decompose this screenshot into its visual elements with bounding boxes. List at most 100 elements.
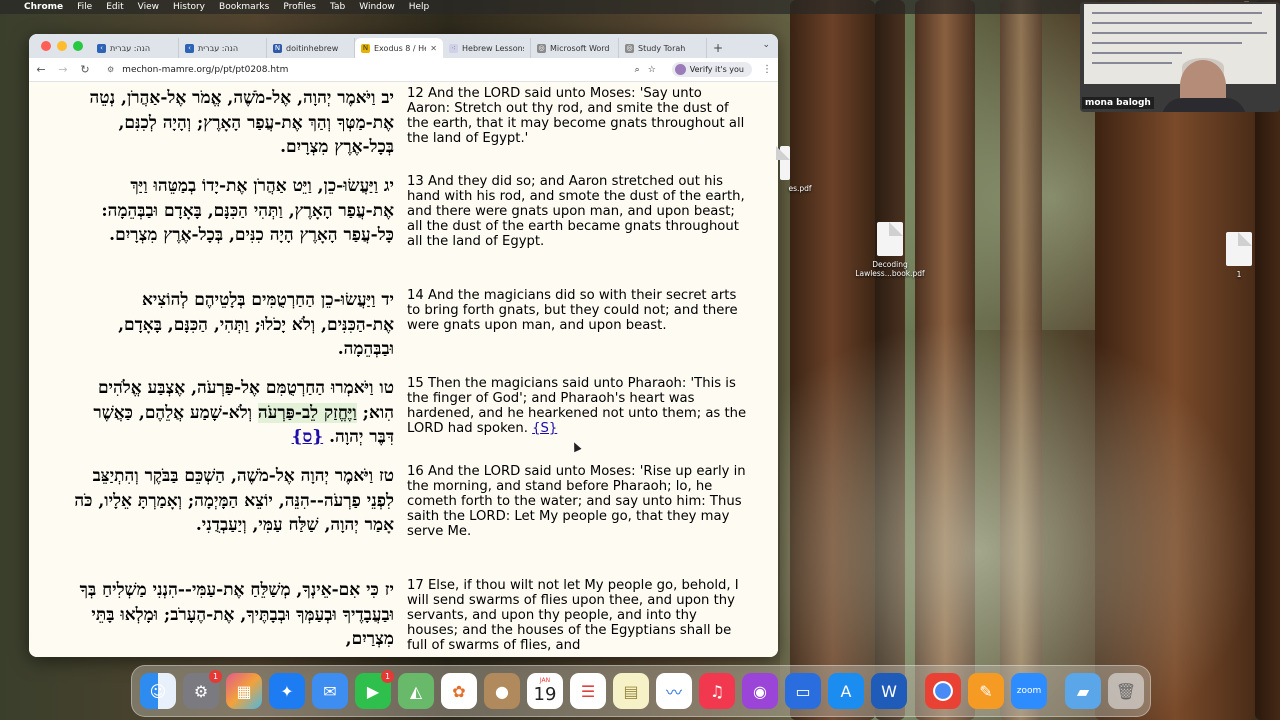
zoom-icon[interactable]: zoom — [1011, 673, 1047, 709]
site-info-icon[interactable]: ⚙ — [107, 65, 114, 74]
contacts-icon[interactable]: ● — [484, 673, 520, 709]
tab-label: הנה: עברית — [110, 43, 151, 53]
desktop-file-decoding[interactable]: Decoding Lawless...book.pdf — [850, 222, 930, 278]
calendar-day: 19 — [533, 684, 557, 705]
system-settings-icon[interactable]: ⚙ 1 — [183, 670, 222, 709]
podcasts-icon[interactable]: ◉ — [742, 673, 778, 709]
tab-study-torah[interactable]: ◎ Study Torah — [619, 38, 707, 58]
hebrew-verse-text: יג וַיַּעֲשׂוּ-כֵן, וַיֵּט אַהֲרֹן אֶת-י… — [101, 176, 394, 245]
keynote-icon[interactable]: ▭ — [785, 673, 821, 709]
menu-history[interactable]: History — [173, 2, 205, 12]
notification-badge: 1 — [209, 670, 222, 683]
pages-icon[interactable]: ✎ — [968, 673, 1004, 709]
menu-tab[interactable]: Tab — [330, 2, 345, 12]
tab-label: Exodus 8 / Hebrew — [374, 43, 426, 53]
photos-icon[interactable]: ✿ — [441, 673, 477, 709]
tab-strip: ‹ הנה: עברית ‹ הנה: עברית N doitinhebrew… — [29, 34, 778, 58]
menu-bookmarks[interactable]: Bookmarks — [219, 2, 269, 12]
bookmark-icon: ‹ — [185, 43, 194, 53]
zoom-video-tile[interactable]: mona balogh — [1080, 2, 1280, 112]
reload-icon[interactable]: ↻ — [79, 63, 91, 76]
zoom-window-button[interactable] — [73, 41, 83, 51]
dots-icon: ⁖ — [449, 43, 458, 53]
file-name: 1 — [1236, 270, 1242, 279]
downloads-folder-icon[interactable]: ▰ — [1065, 673, 1101, 709]
back-arrow-icon[interactable]: ← — [35, 63, 47, 76]
new-tab-button[interactable]: + — [707, 38, 729, 58]
tab-label: Study Torah — [638, 43, 686, 53]
tab-microsoft-word[interactable]: ◎ Microsoft Word — [531, 38, 619, 58]
verify-label: Verify it's you — [689, 65, 744, 74]
notes-icon[interactable]: ▤ — [613, 673, 649, 709]
desktop-file-pdf[interactable]: es.pdf — [776, 146, 820, 193]
close-window-button[interactable] — [41, 41, 51, 51]
menu-view[interactable]: View — [138, 2, 159, 12]
profile-avatar-icon — [674, 64, 686, 75]
bookmark-star-icon[interactable]: ☆ — [648, 65, 656, 75]
music-icon[interactable]: ♫ — [699, 673, 735, 709]
page-content: יב וַיֹּאמֶר יְהוָה, אֶל-מֹשֶׁה, אֱמֹר א… — [29, 82, 778, 657]
participant-shirt — [1162, 98, 1246, 112]
forward-arrow-icon[interactable]: → — [57, 63, 69, 76]
english-verse-text: 15 Then the magicians said unto Pharaoh:… — [407, 376, 747, 436]
document-file-icon — [1226, 232, 1252, 266]
english-verse-text: 14 And the magicians did so with their s… — [407, 288, 738, 333]
word-icon[interactable]: W — [871, 673, 907, 709]
hebrew-highlighted-text: וַיֶּחֱזַק לֵב-פַּרְעֹה — [257, 402, 357, 423]
file-name: Decoding Lawless...book.pdf — [855, 260, 925, 278]
trash-icon[interactable]: 🗑 — [1108, 673, 1144, 709]
url-text[interactable]: mechon-mamre.org/p/pt/pt0208.htm — [122, 65, 626, 75]
dock: ☺ ⚙ 1 ▦ ✦ ✉ ▶ 1 ◭ ✿ ● JAN 19 ☰ ▤ 〰 ♫ ◉ ▭ A… — [131, 665, 1151, 717]
whiteboard-background — [1084, 4, 1276, 84]
tab-label: Hebrew Lessons — [462, 43, 524, 53]
menu-edit[interactable]: Edit — [106, 2, 123, 12]
english-text-part: 15 Then the magicians said unto Pharaoh:… — [407, 376, 747, 436]
window-controls — [35, 34, 91, 58]
hebrew-verse-text: יז כִּי אִם-אֵינְךָ, מְשַׁלֵּחַ אֶת-עַמִ… — [79, 580, 394, 649]
maps-icon[interactable]: ◭ — [398, 673, 434, 709]
hebrew-verse-text: טז וַיֹּאמֶר יְהוָה אֶל-מֹשֶׁה, הַשְׁכֵּ… — [74, 466, 394, 535]
chrome-icon[interactable] — [925, 673, 961, 709]
tab-exodus-8[interactable]: N Exodus 8 / Hebrew ✕ — [355, 38, 443, 58]
menu-window[interactable]: Window — [359, 2, 395, 12]
tab-search-chevron-icon[interactable]: ⌄ — [762, 40, 770, 50]
mail-icon[interactable]: ✉ — [312, 673, 348, 709]
hebrew-verse-text: יב וַיֹּאמֶר יְהוָה, אֶל-מֹשֶׁה, אֱמֹר א… — [89, 88, 394, 157]
browser-window: ‹ הנה: עברית ‹ הנה: עברית N doitinhebrew… — [29, 34, 778, 657]
finder-icon[interactable]: ☺ — [140, 673, 176, 709]
tab-hebrew-1[interactable]: ‹ הנה: עברית — [91, 38, 179, 58]
freeform-icon[interactable]: 〰 — [656, 673, 692, 709]
close-tab-icon[interactable]: ✕ — [430, 44, 437, 53]
tab-hebrew-2[interactable]: ‹ הנה: עברית — [179, 38, 267, 58]
english-verse-text: 16 And the LORD said unto Moses: 'Rise u… — [407, 464, 746, 539]
globe-icon: ◎ — [537, 43, 546, 53]
zoom-magnifier-icon[interactable]: ⌕ — [635, 65, 640, 75]
tab-doitinhebrew[interactable]: N doitinhebrew — [267, 38, 355, 58]
menu-file[interactable]: File — [77, 2, 92, 12]
address-bar[interactable]: ⚙ mechon-mamre.org/p/pt/pt0208.htm ⌕ ☆ — [101, 61, 662, 79]
reminders-icon[interactable]: ☰ — [570, 673, 606, 709]
participant-name: mona balogh — [1082, 97, 1154, 109]
n-icon: N — [273, 43, 282, 53]
menu-app-name[interactable]: Chrome — [24, 2, 63, 12]
desktop-file-docx[interactable]: 1 — [1218, 232, 1260, 279]
menu-profiles[interactable]: Profiles — [283, 2, 316, 12]
safari-icon[interactable]: ✦ — [269, 673, 305, 709]
more-menu-icon[interactable]: ⋮ — [762, 64, 772, 75]
facetime-icon[interactable]: ▶ 1 — [355, 670, 394, 709]
english-verse-text: 12 And the LORD said unto Moses: 'Say un… — [407, 86, 745, 146]
samekh-section-link[interactable]: {ס} — [292, 427, 324, 447]
verify-profile-button[interactable]: Verify it's you — [671, 62, 752, 77]
minimize-window-button[interactable] — [57, 41, 67, 51]
tab-hebrew-lessons[interactable]: ⁖ Hebrew Lessons — [443, 38, 531, 58]
section-s-link[interactable]: {S} — [532, 421, 557, 436]
tab-label: Microsoft Word — [550, 43, 610, 53]
menu-help[interactable]: Help — [409, 2, 430, 12]
pdf-file-icon — [776, 146, 790, 180]
launchpad-icon[interactable]: ▦ — [226, 673, 262, 709]
bookmark-icon: N — [361, 43, 370, 53]
notification-badge: 1 — [381, 670, 394, 683]
pdf-file-icon — [877, 222, 903, 256]
calendar-icon[interactable]: JAN 19 — [527, 673, 563, 709]
app-store-icon[interactable]: A — [828, 673, 864, 709]
